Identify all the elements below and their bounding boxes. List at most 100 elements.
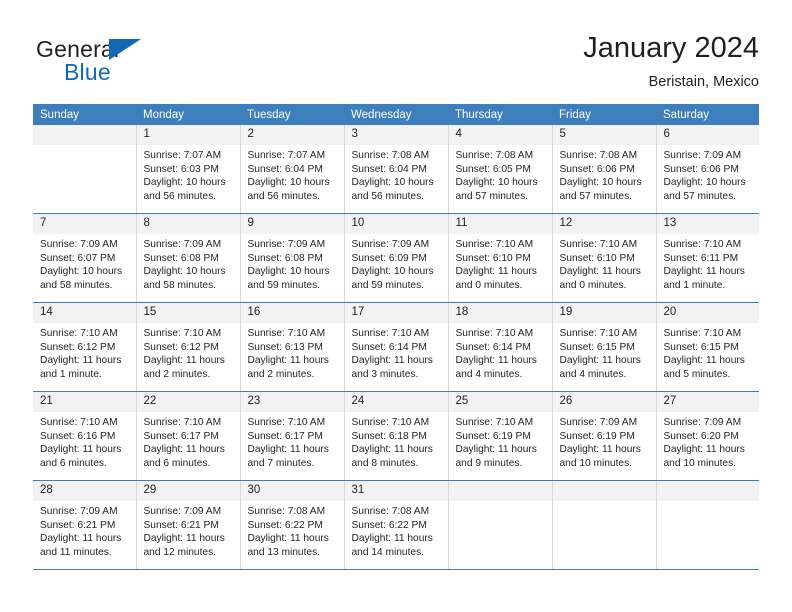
calendar-week-row: 21 Sunrise: 7:10 AM Sunset: 6:16 PM Dayligh… <box>33 391 760 481</box>
sunset-text: Sunset: 6:12 PM <box>143 341 219 353</box>
calendar-day-cell[interactable]: 26 Sunrise: 7:09 AM Sunset: 6:19 PM Dayligh… <box>551 391 657 481</box>
daylight-text-line1: Daylight: 10 hours <box>351 177 434 189</box>
sunset-text: Sunset: 6:13 PM <box>247 341 323 353</box>
weekday-header-sunday: Sunday <box>33 104 136 125</box>
sunset-text: Sunset: 6:06 PM <box>663 163 739 175</box>
weekday-header-thursday: Thursday <box>448 104 552 125</box>
weekday-header-wednesday: Wednesday <box>344 104 448 125</box>
sunrise-text: Sunrise: 7:10 AM <box>351 328 430 339</box>
day-number: 12 <box>552 214 656 234</box>
daylight-text-line2: and 10 minutes. <box>559 457 633 469</box>
day-number: 29 <box>136 481 240 501</box>
day-info: Sunrise: 7:10 AM Sunset: 6:15 PM Daylight:… <box>553 323 656 381</box>
calendar-day-cell[interactable]: 1 Sunrise: 7:07 AM Sunset: 6:03 PM Daylight… <box>135 125 241 214</box>
day-info: Sunrise: 7:09 AM Sunset: 6:21 PM Daylight:… <box>137 501 240 559</box>
calendar-day-cell[interactable]: 13 Sunrise: 7:10 AM Sunset: 6:11 PM Dayligh… <box>655 213 760 303</box>
day-number: 9 <box>240 214 344 234</box>
calendar-day-cell[interactable]: 21 Sunrise: 7:10 AM Sunset: 6:16 PM Dayligh… <box>33 391 137 481</box>
sunrise-text: Sunrise: 7:09 AM <box>559 417 638 428</box>
day-info: Sunrise: 7:09 AM Sunset: 6:06 PM Daylight:… <box>657 145 760 203</box>
day-info: Sunrise: 7:10 AM Sunset: 6:11 PM Daylight:… <box>657 234 760 292</box>
sunrise-text: Sunrise: 7:10 AM <box>455 417 534 428</box>
calendar-day-cell[interactable]: 20 Sunrise: 7:10 AM Sunset: 6:15 PM Dayligh… <box>655 302 759 392</box>
calendar-day-cell[interactable]: 24 Sunrise: 7:10 AM Sunset: 6:18 PM Dayligh… <box>343 391 449 481</box>
daylight-text-line2: and 1 minute. <box>40 368 102 380</box>
day-number: 27 <box>656 392 759 412</box>
day-info: Sunrise: 7:09 AM Sunset: 6:19 PM Daylight:… <box>553 412 656 470</box>
sunrise-text: Sunrise: 7:10 AM <box>247 417 326 428</box>
calendar-day-cell[interactable]: 19 Sunrise: 7:10 AM Sunset: 6:15 PM Dayligh… <box>551 302 657 392</box>
calendar-day-cell[interactable]: 4 Sunrise: 7:08 AM Sunset: 6:05 PM Daylight… <box>447 125 553 214</box>
brand-name-blue: Blue <box>64 59 111 85</box>
sunset-text: Sunset: 6:09 PM <box>351 252 427 264</box>
brand-logo[interactable]: General Blue <box>36 36 186 92</box>
day-info: Sunrise: 7:08 AM Sunset: 6:06 PM Daylight:… <box>553 145 656 203</box>
sunrise-text: Sunrise: 7:08 AM <box>247 506 326 517</box>
day-number: 13 <box>656 214 759 234</box>
day-info: Sunrise: 7:09 AM Sunset: 6:20 PM Daylight:… <box>657 412 760 470</box>
calendar-day-cell[interactable]: 25 Sunrise: 7:10 AM Sunset: 6:19 PM Dayligh… <box>447 391 553 481</box>
calendar-day-cell[interactable]: 31 Sunrise: 7:08 AM Sunset: 6:22 PM Dayligh… <box>343 480 449 570</box>
page-subtitle: Beristain, Mexico <box>648 74 759 90</box>
calendar-week-row: 28 Sunrise: 7:09 AM Sunset: 6:21 PM Dayligh… <box>33 480 759 570</box>
daylight-text-line1: Daylight: 11 hours <box>663 266 745 278</box>
calendar-day-cell[interactable]: 28 Sunrise: 7:09 AM Sunset: 6:21 PM Dayligh… <box>33 480 137 570</box>
sunset-text: Sunset: 6:16 PM <box>40 430 116 442</box>
daylight-text-line1: Daylight: 11 hours <box>351 444 433 456</box>
calendar-day-cell[interactable]: 27 Sunrise: 7:09 AM Sunset: 6:20 PM Dayligh… <box>655 391 760 481</box>
day-number: 11 <box>448 214 552 234</box>
calendar-day-cell[interactable]: 14 Sunrise: 7:10 AM Sunset: 6:12 PM Dayligh… <box>33 302 137 392</box>
calendar-day-cell[interactable]: 17 Sunrise: 7:10 AM Sunset: 6:14 PM Dayligh… <box>343 302 449 392</box>
daylight-text-line2: and 2 minutes. <box>247 368 315 380</box>
day-info: Sunrise: 7:10 AM Sunset: 6:12 PM Daylight:… <box>137 323 240 381</box>
sunrise-text: Sunrise: 7:09 AM <box>40 506 118 517</box>
calendar-day-cell[interactable]: 29 Sunrise: 7:09 AM Sunset: 6:21 PM Dayligh… <box>135 480 241 570</box>
calendar-day-cell[interactable]: 12 Sunrise: 7:10 AM Sunset: 6:10 PM Dayligh… <box>551 213 657 303</box>
day-number: 8 <box>136 214 240 234</box>
daylight-text-line2: and 8 minutes. <box>351 457 419 469</box>
day-info: Sunrise: 7:08 AM Sunset: 6:22 PM Daylight:… <box>345 501 448 559</box>
daylight-text-line1: Daylight: 11 hours <box>559 266 641 278</box>
calendar-day-cell[interactable]: 6 Sunrise: 7:09 AM Sunset: 6:06 PM Daylight… <box>655 125 760 214</box>
daylight-text-line2: and 57 minutes. <box>455 190 529 202</box>
sunset-text: Sunset: 6:17 PM <box>247 430 323 442</box>
daylight-text-line2: and 3 minutes. <box>351 368 419 380</box>
sunset-text: Sunset: 6:05 PM <box>455 163 531 175</box>
calendar-day-cell[interactable]: 30 Sunrise: 7:08 AM Sunset: 6:22 PM Dayligh… <box>239 480 345 570</box>
sunrise-text: Sunrise: 7:09 AM <box>351 239 430 250</box>
calendar-day-cell[interactable]: 9 Sunrise: 7:09 AM Sunset: 6:08 PM Daylight… <box>239 213 345 303</box>
daylight-text-line2: and 12 minutes. <box>143 546 217 558</box>
calendar-day-cell[interactable]: 23 Sunrise: 7:10 AM Sunset: 6:17 PM Dayligh… <box>239 391 345 481</box>
day-info: Sunrise: 7:10 AM Sunset: 6:14 PM Daylight:… <box>449 323 552 381</box>
daylight-text-line1: Daylight: 11 hours <box>247 533 329 545</box>
calendar-body: 1 Sunrise: 7:07 AM Sunset: 6:03 PM Daylight… <box>33 125 759 570</box>
daylight-text-line2: and 4 minutes. <box>455 368 523 380</box>
day-number: 10 <box>344 214 448 234</box>
day-number <box>552 481 656 501</box>
daylight-text-line1: Daylight: 11 hours <box>143 355 225 367</box>
daylight-text-line1: Daylight: 10 hours <box>143 266 226 278</box>
sunrise-text: Sunrise: 7:10 AM <box>143 417 222 428</box>
sunset-text: Sunset: 6:04 PM <box>351 163 427 175</box>
calendar-day-cell[interactable]: 7 Sunrise: 7:09 AM Sunset: 6:07 PM Daylight… <box>33 213 137 303</box>
calendar-day-cell[interactable]: 8 Sunrise: 7:09 AM Sunset: 6:08 PM Daylight… <box>135 213 241 303</box>
calendar-day-cell[interactable]: 11 Sunrise: 7:10 AM Sunset: 6:10 PM Dayligh… <box>447 213 553 303</box>
calendar-day-cell[interactable]: 2 Sunrise: 7:07 AM Sunset: 6:04 PM Daylight… <box>239 125 345 214</box>
sunrise-text: Sunrise: 7:10 AM <box>559 328 638 339</box>
calendar-day-cell[interactable]: 15 Sunrise: 7:10 AM Sunset: 6:12 PM Dayligh… <box>135 302 241 392</box>
calendar-day-cell[interactable]: 5 Sunrise: 7:08 AM Sunset: 6:06 PM Daylight… <box>551 125 657 214</box>
daylight-text-line1: Daylight: 10 hours <box>351 266 434 278</box>
daylight-text-line2: and 9 minutes. <box>455 457 523 469</box>
day-info: Sunrise: 7:07 AM Sunset: 6:03 PM Daylight:… <box>137 145 240 203</box>
calendar-day-cell[interactable]: 3 Sunrise: 7:08 AM Sunset: 6:04 PM Daylight… <box>343 125 449 214</box>
sunrise-text: Sunrise: 7:07 AM <box>143 150 222 161</box>
calendar-day-cell-empty <box>33 125 137 214</box>
calendar-day-cell[interactable]: 16 Sunrise: 7:10 AM Sunset: 6:13 PM Dayligh… <box>239 302 345 392</box>
day-info: Sunrise: 7:10 AM Sunset: 6:12 PM Daylight:… <box>33 323 136 381</box>
weekday-header-tuesday: Tuesday <box>240 104 344 125</box>
triangle-icon <box>109 39 141 60</box>
calendar-day-cell[interactable]: 22 Sunrise: 7:10 AM Sunset: 6:17 PM Dayligh… <box>135 391 241 481</box>
calendar-day-cell[interactable]: 10 Sunrise: 7:09 AM Sunset: 6:09 PM Dayligh… <box>343 213 449 303</box>
day-number <box>448 481 552 501</box>
calendar-day-cell[interactable]: 18 Sunrise: 7:10 AM Sunset: 6:14 PM Dayligh… <box>447 302 553 392</box>
